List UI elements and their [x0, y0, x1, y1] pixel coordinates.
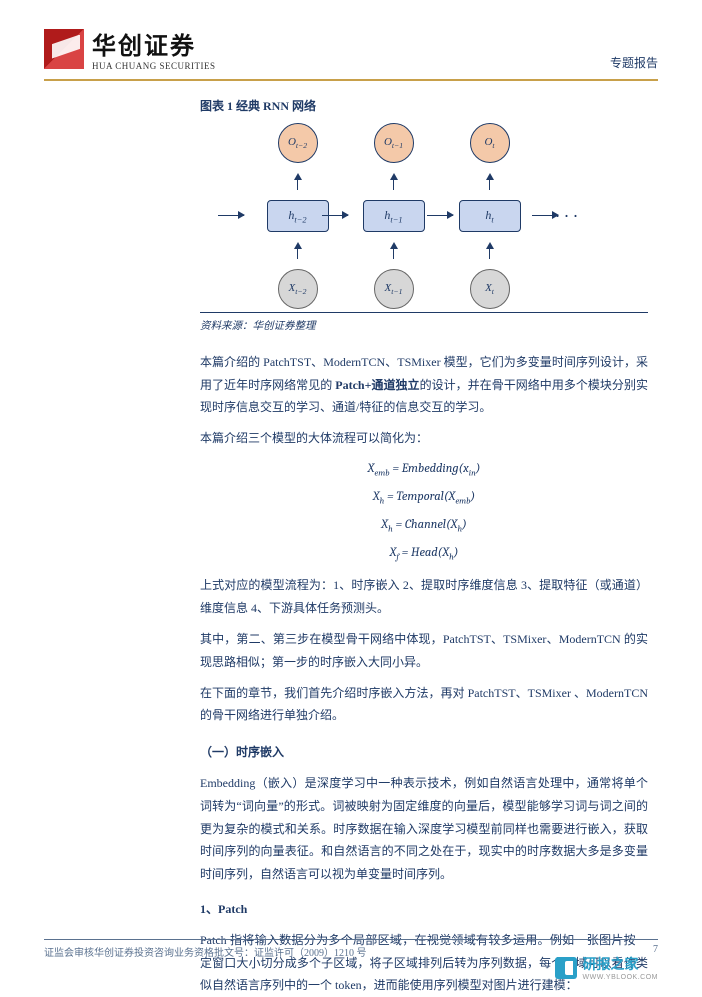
section-heading: （一）时序嵌入 — [200, 741, 648, 764]
input-node: Xt−1 — [374, 269, 414, 309]
main-content: 图表 1 经典 RNN 网络 Ot−2 ht−2 Xt−2 Ot−1 ht−1 … — [0, 81, 702, 997]
rnn-step-tm2: Ot−2 ht−2 Xt−2 — [267, 123, 329, 309]
formula-embedding: Xemb = Embedding(xin) — [200, 458, 648, 482]
rnn-step-tm1: Ot−1 ht−1 Xt−1 — [363, 123, 425, 309]
watermark-cn: 研报之家 — [583, 954, 658, 974]
figure-source: 资料来源：华创证券整理 — [200, 312, 648, 337]
arrow-up-icon — [294, 173, 302, 190]
arrow-in-icon — [218, 215, 244, 217]
paragraph: 其中，第二、第三步在模型骨干网络中体现，PatchTST、TSMixer、Mod… — [200, 628, 648, 674]
figure-title: 图表 1 经典 RNN 网络 — [200, 95, 648, 118]
hidden-node: ht−2 — [267, 200, 329, 232]
report-type-label: 专题报告 — [610, 54, 658, 71]
formula-temporal: Xh = Temporal(Xemb) — [200, 486, 648, 510]
subsection-heading: 1、Patch — [200, 898, 648, 921]
footer-disclaimer: 证监会审核华创证券投资咨询业务资格批文号：证监许可（2009）1210 号 — [44, 944, 367, 959]
watermark-logo-icon — [555, 957, 577, 979]
rnn-diagram: Ot−2 ht−2 Xt−2 Ot−1 ht−1 Xt−1 Ot ht Xt ·… — [210, 126, 638, 306]
watermark: 研报之家 WWW.YBLOOK.COM — [555, 954, 658, 981]
arrow-up-icon — [486, 242, 494, 259]
arrow-right-icon — [532, 215, 558, 217]
logo-mark-icon — [44, 29, 84, 69]
arrow-up-icon — [294, 242, 302, 259]
arrow-up-icon — [390, 173, 398, 190]
paragraph: 本篇介绍三个模型的大体流程可以简化为： — [200, 427, 648, 450]
formula-head: Xf = Head(Xh) — [200, 542, 648, 566]
arrow-up-icon — [390, 242, 398, 259]
paragraph: 本篇介绍的 PatchTST、ModernTCN、TSMixer 模型，它们为多… — [200, 351, 648, 419]
output-node: Ot — [470, 123, 510, 163]
arrow-right-icon — [427, 215, 453, 217]
page-header: 华创证券 HUA CHUANG SECURITIES 专题报告 — [0, 0, 702, 79]
hidden-node: ht−1 — [363, 200, 425, 232]
input-node: Xt — [470, 269, 510, 309]
output-node: Ot−1 — [374, 123, 414, 163]
paragraph: 在下面的章节，我们首先介绍时序嵌入方法，再对 PatchTST、TSMixer … — [200, 682, 648, 728]
watermark-en: WWW.YBLOOK.COM — [583, 974, 658, 981]
output-node: Ot−2 — [278, 123, 318, 163]
arrow-up-icon — [486, 173, 494, 190]
paragraph: 上式对应的模型流程为：1、时序嵌入 2、提取时序维度信息 3、提取特征（或通道）… — [200, 574, 648, 620]
rnn-step-t: Ot ht Xt — [459, 123, 521, 309]
paragraph: Embedding（嵌入）是深度学习中一种表示技术，例如自然语言处理中，通常将单… — [200, 772, 648, 886]
hidden-node: ht — [459, 200, 521, 232]
company-name-cn: 华创证券 — [92, 26, 216, 61]
input-node: Xt−2 — [278, 269, 318, 309]
company-logo: 华创证券 HUA CHUANG SECURITIES — [44, 26, 216, 71]
company-name-en: HUA CHUANG SECURITIES — [92, 61, 216, 71]
formula-channel: Xh = Channel(Xh) — [200, 514, 648, 538]
arrow-right-icon — [322, 215, 348, 217]
